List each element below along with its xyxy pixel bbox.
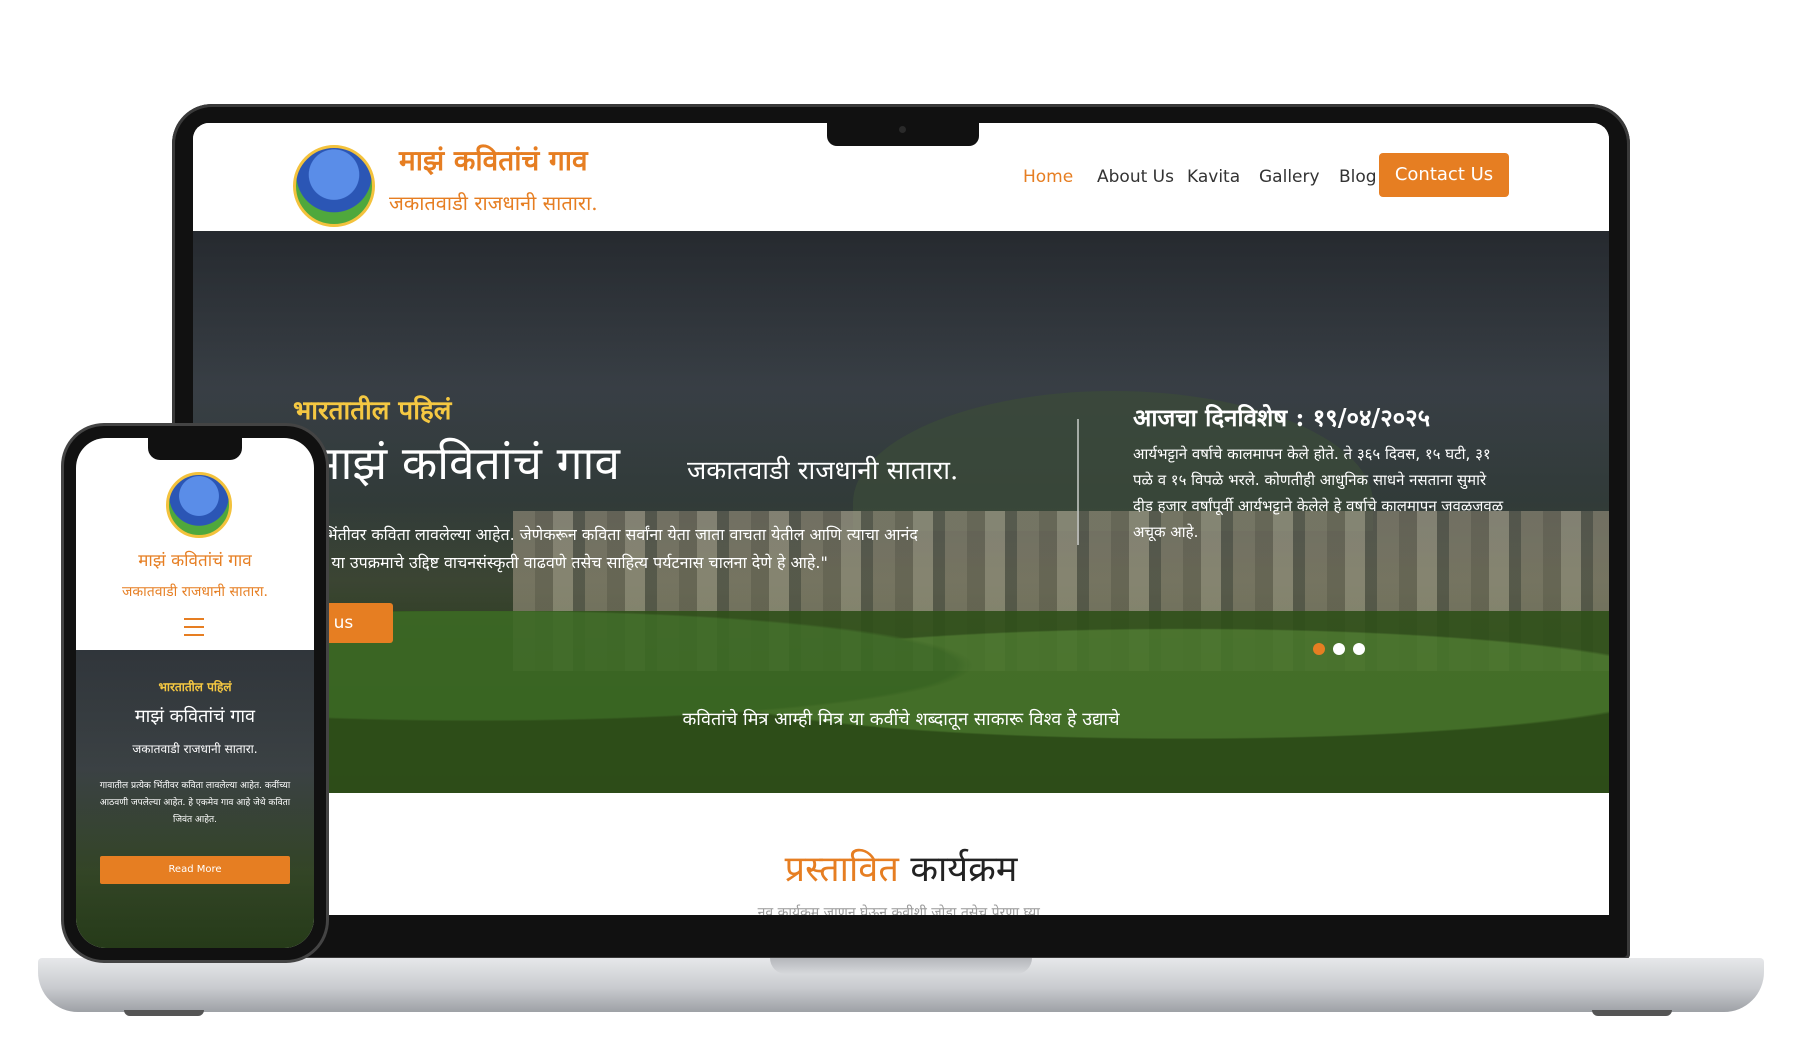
phone-notch bbox=[148, 438, 242, 460]
laptop-notch bbox=[827, 118, 979, 146]
laptop-base-notch bbox=[770, 958, 1032, 974]
nav-gallery[interactable]: Gallery bbox=[1259, 167, 1320, 187]
section-title-rest: कार्यक्रम bbox=[910, 849, 1018, 890]
phone-frame: माझं कवितांचं गाव जकातवाडी राजधानी सातार… bbox=[64, 426, 326, 960]
section-subtitle: नव कार्यक्रम जाणून घेऊन कवीशी जोडा तसेच … bbox=[757, 905, 1045, 915]
today-special-text: आर्यभट्टाने वर्षाचे कालमापन केले होते. त… bbox=[1133, 445, 1504, 541]
hero-tagline: कवितांचे मित्र आम्ही मित्र या कवींचे शब्… bbox=[682, 709, 1120, 730]
phone-screen: माझं कवितांचं गाव जकातवाडी राजधानी सातार… bbox=[76, 438, 314, 948]
village-logo-icon[interactable] bbox=[166, 472, 232, 538]
phone-logo-title: माझं कवितांचं गाव bbox=[138, 551, 252, 571]
nav-blog[interactable]: Blog bbox=[1339, 167, 1377, 187]
section-title: प्रस्तावित कार्यक्रम bbox=[193, 843, 1609, 892]
phone-hero-kicker: भारतातील पहिलं bbox=[158, 680, 232, 694]
carousel-dot-2[interactable] bbox=[1333, 643, 1345, 655]
phone-hero-subtitle: जकातवाडी राजधानी सातारा. bbox=[132, 742, 258, 756]
nav-kavita[interactable]: Kavita bbox=[1187, 167, 1240, 187]
laptop-foot bbox=[1592, 1010, 1672, 1016]
laptop-screen: माझं कवितांचं गाव जकातवाडी राजधानी सातार… bbox=[193, 123, 1609, 915]
logo-subtitle: जकातवाडी राजधानी सातारा. bbox=[389, 191, 598, 215]
contact-us-button[interactable]: Contact Us bbox=[1379, 153, 1509, 197]
camera-icon bbox=[899, 126, 906, 133]
laptop-foot bbox=[124, 1010, 204, 1016]
phone-hero-title: माझं कवितांचं गाव bbox=[134, 706, 256, 727]
village-logo-icon[interactable] bbox=[293, 145, 375, 227]
hamburger-menu-icon[interactable] bbox=[184, 618, 204, 636]
trees-image bbox=[193, 611, 1609, 793]
carousel-dot-3[interactable] bbox=[1353, 643, 1365, 655]
phone-hero: भारतातील पहिलं माझं कवितांचं गाव जकातवाड… bbox=[76, 650, 314, 948]
read-more-button[interactable]: Read More bbox=[100, 856, 290, 884]
hero-subtitle: जकातवाडी राजधानी सातारा. bbox=[687, 456, 959, 486]
section-title-accent: प्रस्तावित bbox=[784, 849, 899, 890]
logo-title: माझं कवितांचं गाव bbox=[399, 144, 588, 177]
phone-hero-text: गावातील प्रत्येक भिंतीवर कविता लावलेल्या… bbox=[99, 781, 291, 825]
hero-divider bbox=[1077, 419, 1079, 545]
carousel-dot-1[interactable] bbox=[1313, 643, 1325, 655]
hero-title: माझं कवितांचं गाव bbox=[313, 436, 620, 490]
today-special-title: आजचा दिनविशेष : १९/०४/२०२५ bbox=[1133, 403, 1431, 432]
hero-kicker: भारतातील पहिलं bbox=[293, 396, 452, 426]
phone-logo-subtitle: जकातवाडी राजधानी सातारा. bbox=[121, 584, 269, 600]
nav-home[interactable]: Home bbox=[1023, 167, 1073, 187]
hero-description: तील भिंतीवर कविता लावलेल्या आहेत. जेणेकर… bbox=[293, 525, 918, 572]
nav-about-us[interactable]: About Us bbox=[1097, 167, 1174, 187]
hero-banner: भारतातील पहिलं माझं कवितांचं गाव जकातवाड… bbox=[193, 231, 1609, 793]
